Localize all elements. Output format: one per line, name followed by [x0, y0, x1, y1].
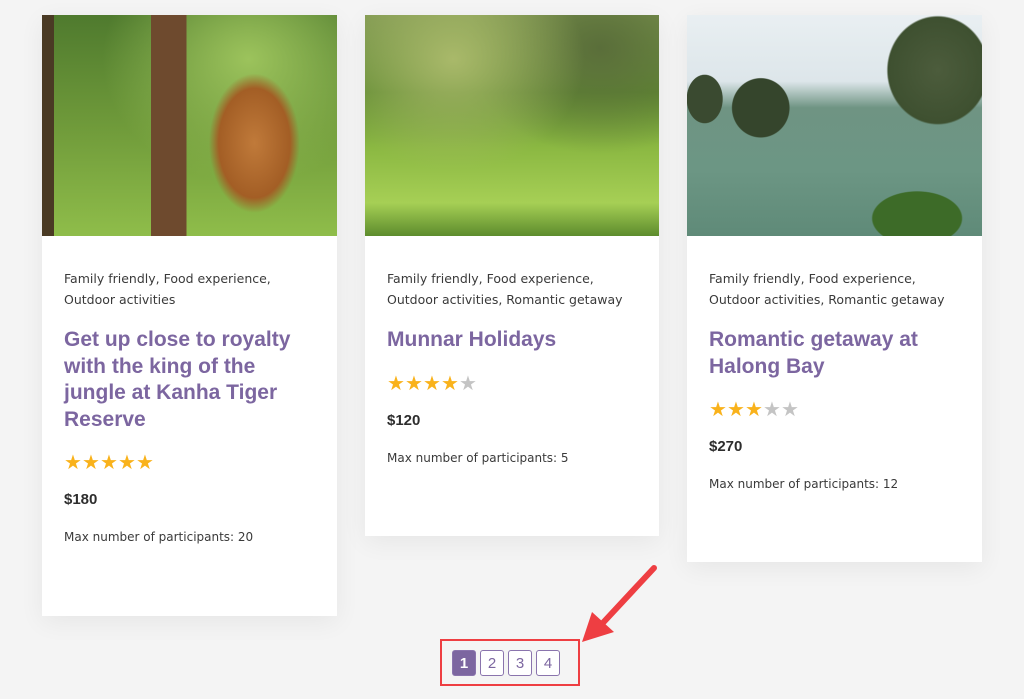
page-button-1[interactable]: 1 [452, 650, 476, 676]
tour-price: $270 [709, 438, 743, 455]
tour-tags: Family friendly, Food experience, Outdoo… [709, 271, 945, 307]
rating-stars: ★ ★ ★ ★ ★ [64, 451, 315, 473]
tour-price: $120 [387, 411, 421, 429]
page-button-3[interactable]: 3 [508, 650, 532, 676]
tour-image-tea[interactable] [365, 15, 659, 236]
star-filled-icon: ★ [82, 450, 100, 474]
tour-price: $180 [64, 491, 98, 508]
page-button-4[interactable]: 4 [536, 650, 560, 676]
star-filled-icon: ★ [405, 370, 423, 395]
tour-card[interactable]: Family friendly, Food experience, Outdoo… [42, 15, 337, 616]
max-participants: Max number of participants: 20 [64, 530, 254, 544]
star-filled-icon: ★ [118, 450, 136, 474]
tour-title[interactable]: Get up close to royalty with the king of… [64, 327, 315, 433]
page-button-2[interactable]: 2 [480, 650, 504, 676]
star-filled-icon: ★ [100, 450, 118, 474]
max-participants: Max number of participants: 12 [709, 477, 899, 491]
tour-tags: Family friendly, Food experience, Outdoo… [64, 271, 271, 307]
star-filled-icon: ★ [441, 370, 459, 395]
star-empty-icon: ★ [459, 370, 477, 395]
tour-card[interactable]: Family friendly, Food experience, Outdoo… [687, 15, 982, 562]
tour-tags: Family friendly, Food experience, Outdoo… [387, 271, 623, 307]
pagination: 1 2 3 4 [452, 650, 560, 676]
tour-card[interactable]: Family friendly, Food experience, Outdoo… [365, 15, 659, 536]
rating-stars: ★ ★ ★ ★ ★ [387, 372, 637, 394]
star-filled-icon: ★ [387, 370, 405, 395]
star-filled-icon: ★ [64, 450, 82, 474]
tour-image-tiger[interactable] [42, 15, 337, 236]
star-filled-icon: ★ [423, 370, 441, 395]
tour-title[interactable]: Munnar Holidays [387, 327, 637, 354]
star-filled-icon: ★ [709, 397, 727, 421]
star-empty-icon: ★ [781, 397, 799, 421]
tour-title[interactable]: Romantic getaway at Halong Bay [709, 327, 960, 380]
star-filled-icon: ★ [136, 450, 154, 474]
rating-stars: ★ ★ ★ ★ ★ [709, 398, 960, 420]
annotation-arrow-icon [582, 565, 657, 642]
star-filled-icon: ★ [727, 397, 745, 421]
tour-image-halong-bay[interactable] [687, 15, 982, 236]
star-filled-icon: ★ [745, 397, 763, 421]
max-participants: Max number of participants: 5 [387, 450, 569, 465]
star-empty-icon: ★ [763, 397, 781, 421]
